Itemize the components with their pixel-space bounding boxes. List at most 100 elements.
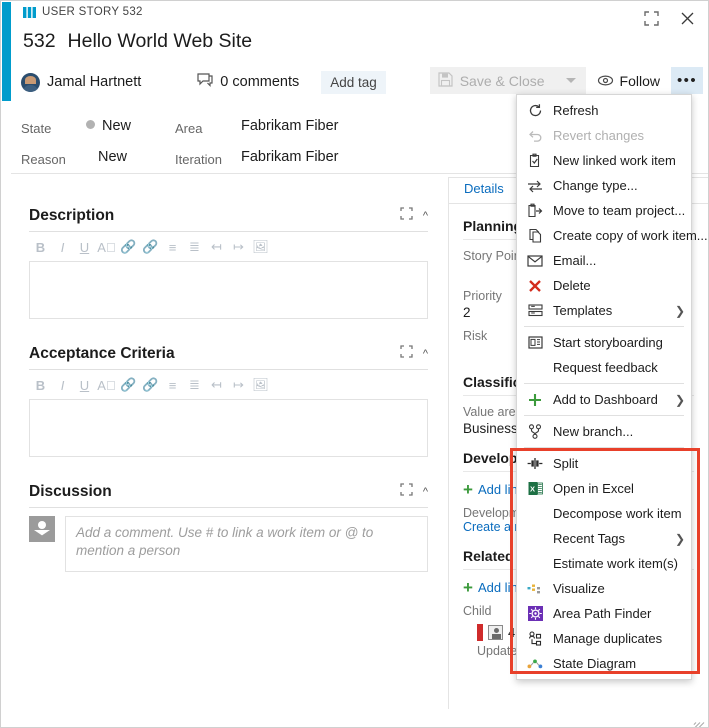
assigned-to-value[interactable]: Jamal Hartnett: [47, 74, 141, 90]
menu-item-label: Split: [553, 456, 579, 471]
italic-icon[interactable]: I: [53, 376, 72, 394]
description-rich-text-toolbar: B I U A⃟ 🔗 🔗 ≡ ≣ ↤ ↦ 🖼: [29, 232, 428, 261]
tab-details[interactable]: Details: [464, 181, 504, 200]
outdent-icon[interactable]: ↤: [207, 376, 226, 394]
field-value-state[interactable]: New: [86, 118, 131, 134]
menu-item-new-linked-work-item[interactable]: New linked work item: [517, 148, 691, 173]
menu-item-area-path-finder[interactable]: Area Path Finder: [517, 601, 691, 626]
comments-count[interactable]: 0 comments: [197, 73, 299, 91]
menu-item-start-storyboarding[interactable]: Start storyboarding: [517, 330, 691, 355]
bullet-list-icon[interactable]: ≡: [163, 238, 182, 256]
no-icon: [525, 530, 545, 547]
menu-item-templates[interactable]: Templates ❯: [517, 298, 691, 323]
collapse-chevron-icon[interactable]: ^: [423, 210, 428, 222]
menu-item-delete[interactable]: Delete: [517, 273, 691, 298]
menu-item-change-type[interactable]: Change type...: [517, 173, 691, 198]
new-linked-item-icon: [525, 152, 545, 169]
underline-icon[interactable]: U: [75, 238, 94, 256]
menu-item-manage-duplicates[interactable]: Manage duplicates: [517, 626, 691, 651]
work-item-title: Hello World Web Site: [67, 30, 253, 52]
save-icon: [438, 71, 453, 90]
field-value-reason[interactable]: New: [98, 149, 127, 165]
description-input[interactable]: [29, 261, 428, 319]
menu-item-split[interactable]: Split: [517, 451, 691, 476]
state-dot-icon: [86, 120, 95, 129]
expand-icon[interactable]: [400, 345, 413, 363]
menu-item-add-to-dashboard[interactable]: Add to Dashboard ❯: [517, 387, 691, 412]
menu-item-estimate-work-item-s[interactable]: Estimate work item(s): [517, 551, 691, 576]
work-item-id: 532: [23, 30, 56, 52]
current-user-avatar: [29, 516, 55, 542]
add-tag-button[interactable]: Add tag: [321, 70, 386, 94]
menu-item-label: Request feedback: [553, 360, 658, 375]
field-label-reason: Reason: [21, 152, 66, 167]
priority-indicator: [477, 624, 483, 641]
excel-icon: X: [525, 480, 545, 497]
resize-grip[interactable]: [692, 712, 705, 727]
bold-icon[interactable]: B: [31, 376, 50, 394]
bullet-list-icon[interactable]: ≡: [163, 376, 182, 394]
menu-item-label: Change type...: [553, 178, 638, 193]
comment-placeholder: Add a comment. Use # to link a work item…: [76, 525, 374, 558]
indent-icon[interactable]: ↦: [229, 376, 248, 394]
save-and-close-label: Save & Close: [459, 72, 545, 89]
menu-item-request-feedback[interactable]: Request feedback: [517, 355, 691, 380]
menu-item-open-in-excel[interactable]: X Open in Excel: [517, 476, 691, 501]
menu-item-recent-tags[interactable]: Recent Tags ❯: [517, 526, 691, 551]
menu-item-move-to-team-project[interactable]: Move to team project...: [517, 198, 691, 223]
menu-item-visualize[interactable]: Visualize: [517, 576, 691, 601]
field-label-state: State: [21, 121, 52, 136]
image-icon[interactable]: 🖼: [251, 376, 270, 394]
numbered-list-icon[interactable]: ≣: [185, 238, 204, 256]
chevron-down-icon[interactable]: [565, 78, 576, 83]
expand-icon[interactable]: [400, 483, 413, 501]
user-story-icon: [23, 6, 36, 18]
state-diagram-icon: [525, 655, 545, 672]
indent-icon[interactable]: ↦: [229, 238, 248, 256]
underline-icon[interactable]: U: [75, 376, 94, 394]
outdent-icon[interactable]: ↤: [207, 238, 226, 256]
link-icon[interactable]: 🔗: [119, 376, 138, 394]
visualize-icon: [525, 580, 545, 597]
menu-item-label: Create copy of work item...: [553, 228, 708, 243]
eye-icon: [597, 73, 614, 89]
field-value-area[interactable]: Fabrikam Fiber: [241, 118, 339, 134]
comment-input[interactable]: Add a comment. Use # to link a work item…: [65, 516, 428, 572]
collapse-chevron-icon[interactable]: ^: [423, 486, 428, 498]
acceptance-criteria-input[interactable]: [29, 399, 428, 457]
unlink-icon[interactable]: 🔗: [141, 238, 160, 256]
discussion-row: Add a comment. Use # to link a work item…: [29, 508, 428, 572]
collapse-chevron-icon[interactable]: ^: [423, 348, 428, 360]
follow-button[interactable]: Follow: [586, 67, 671, 94]
bold-icon[interactable]: B: [31, 238, 50, 256]
window-controls: [638, 6, 700, 30]
menu-item-state-diagram[interactable]: State Diagram: [517, 651, 691, 676]
menu-item-create-copy-of-work-item[interactable]: Create copy of work item...: [517, 223, 708, 248]
plus-icon: [525, 391, 545, 408]
italic-icon[interactable]: I: [53, 238, 72, 256]
more-actions-button[interactable]: •••: [671, 67, 703, 94]
change-type-icon: [525, 177, 545, 194]
menu-item-refresh[interactable]: Refresh: [517, 98, 691, 123]
menu-item-label: Manage duplicates: [553, 631, 663, 646]
numbered-list-icon[interactable]: ≣: [185, 376, 204, 394]
close-icon[interactable]: [674, 6, 700, 30]
menu-separator: [524, 383, 684, 384]
templates-icon: [525, 302, 545, 319]
maximize-icon[interactable]: [638, 6, 664, 30]
menu-item-email[interactable]: Email...: [517, 248, 691, 273]
unlink-icon[interactable]: 🔗: [141, 376, 160, 394]
menu-item-label: Start storyboarding: [553, 335, 663, 350]
menu-item-new-branch[interactable]: New branch...: [517, 419, 691, 444]
split-icon: [525, 455, 545, 472]
link-icon[interactable]: 🔗: [119, 238, 138, 256]
image-icon[interactable]: 🖼: [251, 238, 270, 256]
clear-format-icon[interactable]: A⃟: [97, 376, 116, 394]
save-and-close-button[interactable]: Save & Close: [429, 67, 586, 94]
field-value-iteration[interactable]: Fabrikam Fiber: [241, 149, 339, 165]
menu-separator: [524, 326, 684, 327]
clear-format-icon[interactable]: A⃟: [97, 238, 116, 256]
menu-item-label: Templates: [553, 303, 613, 318]
expand-icon[interactable]: [400, 207, 413, 225]
menu-item-decompose-work-item[interactable]: Decompose work item: [517, 501, 691, 526]
